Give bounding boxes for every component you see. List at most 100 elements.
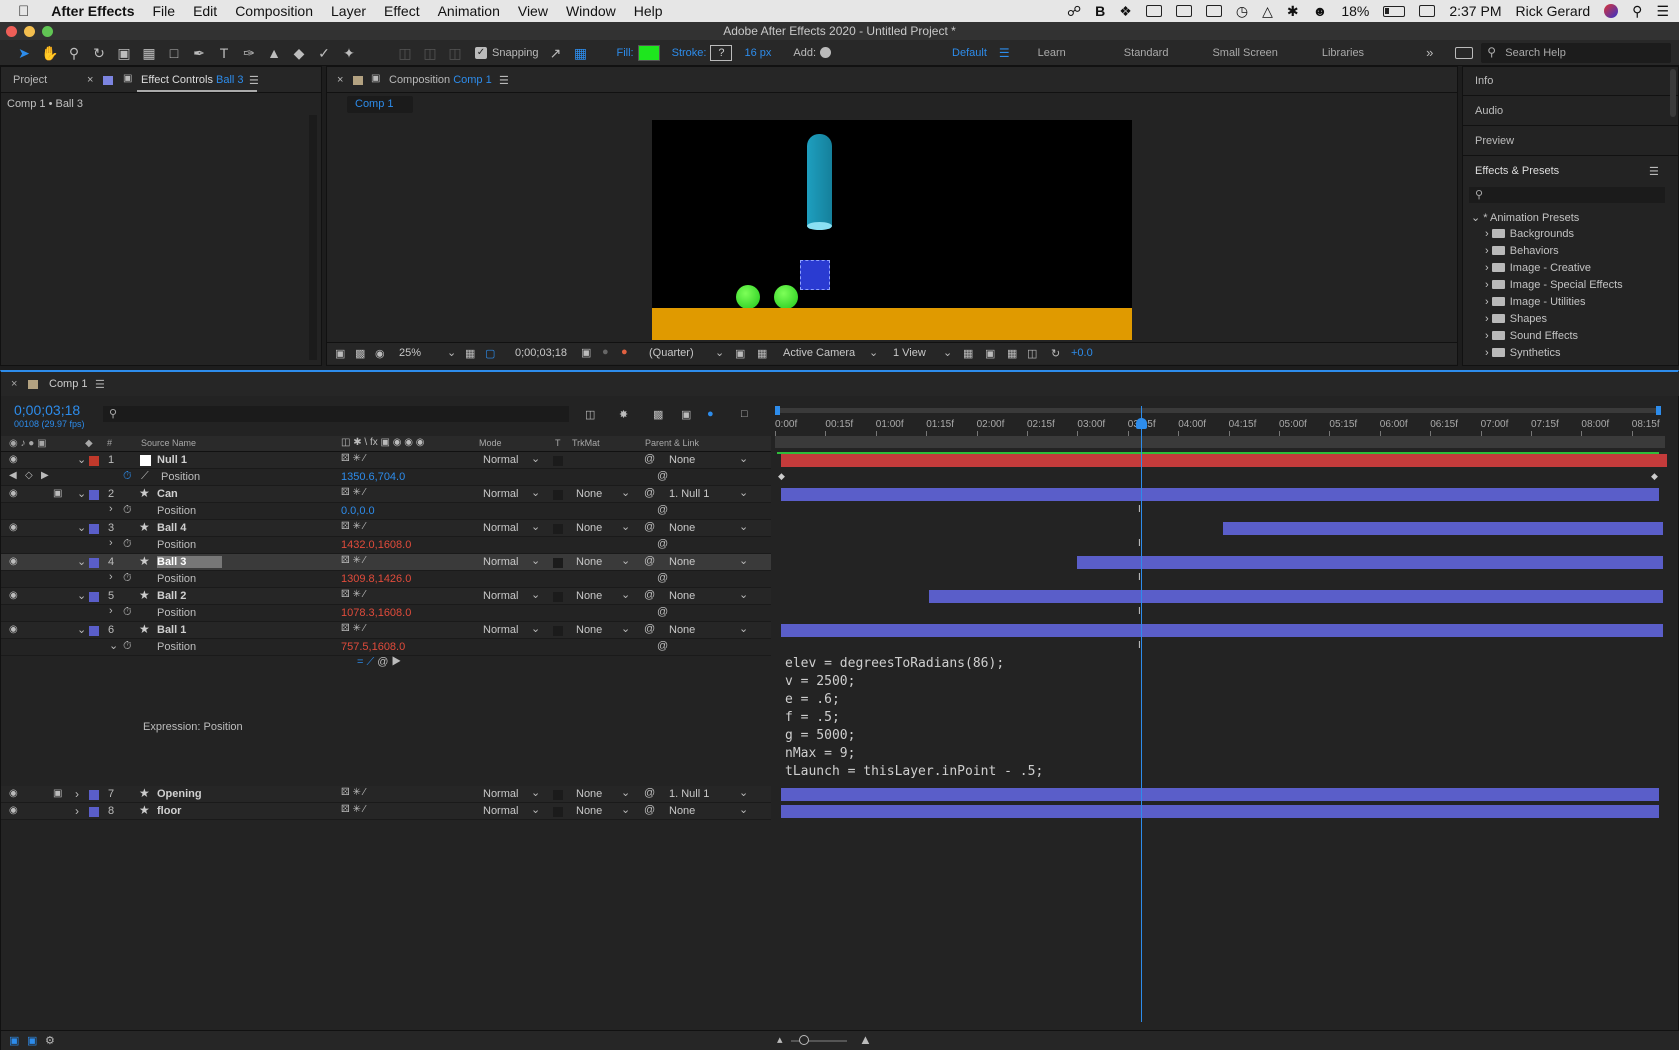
preserve-transparency-box[interactable]	[553, 558, 563, 568]
more-workspaces-icon[interactable]: »	[1426, 45, 1433, 60]
twirl-right-icon[interactable]: ›	[109, 571, 113, 583]
motion-blur-icon[interactable]: ●	[707, 408, 714, 420]
layer-row[interactable]: ◉ ⌄ 1 Null 1 ⚄ ✳ ⁄ Normal ⌄ @ None ⌄	[1, 452, 771, 469]
world-axis-icon[interactable]: ◫	[422, 45, 438, 61]
current-time-indicator-head[interactable]	[1136, 418, 1147, 429]
layer-switches-icons[interactable]: ⚄ ✳ ⁄	[341, 623, 365, 634]
calendar-icon[interactable]	[1419, 5, 1436, 17]
preset-folder-image-utilities[interactable]: › Image - Utilities	[1485, 296, 1586, 308]
layer-label-color[interactable]	[89, 626, 99, 636]
clone-stamp-tool-icon[interactable]: ▲	[266, 45, 282, 61]
graph-icon[interactable]: ⟋	[141, 470, 149, 483]
workspace-libraries[interactable]: Libraries	[1322, 47, 1364, 59]
vr-icon[interactable]: ◉	[375, 347, 385, 360]
expression-code-line[interactable]: f = .5;	[785, 710, 840, 725]
brush-tool-icon[interactable]: ✑	[241, 45, 257, 61]
lock-icon[interactable]: ▣	[53, 488, 62, 499]
tab-effect-controls[interactable]: Effect Controls Ball 3	[141, 74, 244, 86]
preset-folder-image-special-effects[interactable]: › Image - Special Effects	[1485, 279, 1623, 291]
label-column-icon[interactable]: ◆	[85, 438, 93, 449]
workspace-default[interactable]: Default	[952, 47, 987, 59]
layer-name[interactable]: Opening	[157, 788, 202, 800]
graph-editor-icon[interactable]: □	[741, 408, 748, 420]
parent-dropdown[interactable]: None	[669, 590, 695, 602]
expression-editor[interactable]: elev = degreesToRadians(86); v = 2500; e =…	[777, 656, 1657, 791]
pan-behind-tool-icon[interactable]: ▦	[141, 45, 157, 61]
menu-effect[interactable]: Effect	[384, 3, 420, 19]
layer-label-color[interactable]	[89, 558, 99, 568]
property-row[interactable]: ◀ ◇ ▶ ⏱ ⟋ Position 1350.6,704.0 @	[1, 469, 771, 486]
twirl-down-icon[interactable]: ⌄	[77, 589, 86, 602]
parent-dropdown[interactable]: None	[669, 522, 695, 534]
snap-options-icon[interactable]: ↗	[548, 45, 564, 61]
parent-link-header[interactable]: Parent & Link	[645, 438, 699, 448]
window-icon[interactable]	[1175, 5, 1192, 17]
twirl-down-icon[interactable]: ⌄	[109, 639, 118, 652]
source-name-header[interactable]: Source Name	[141, 438, 196, 448]
notification-center-icon[interactable]: ☰	[1656, 3, 1669, 20]
pick-whip-icon[interactable]: @	[644, 521, 655, 533]
pick-whip-icon[interactable]: @	[644, 487, 655, 499]
ball-1-layer[interactable]	[774, 285, 798, 309]
workspace-standard[interactable]: Standard	[1124, 47, 1169, 59]
property-value[interactable]: 1078.3,1608.0	[341, 607, 411, 619]
right-panel-scrollbar[interactable]	[1670, 69, 1676, 117]
search-help-input[interactable]: ⚲ Search Help	[1481, 42, 1672, 63]
property-pick-whip-icon[interactable]: @	[657, 538, 668, 550]
av-features-icon[interactable]: ◉ ♪ ● ▣	[9, 438, 47, 449]
display-icon[interactable]	[1145, 5, 1162, 17]
safe-zones-icon[interactable]: ▢	[485, 347, 495, 360]
timeline-tab-label[interactable]: Comp 1	[49, 378, 88, 390]
fill-label[interactable]: Fill:	[617, 47, 634, 59]
stopwatch-icon[interactable]: ⏱	[123, 470, 132, 483]
pen-tool-icon[interactable]: ✒	[191, 45, 207, 61]
property-row[interactable]: › ⏱ Position 1078.3,1608.0 @	[1, 605, 771, 622]
preserve-transparency-box[interactable]	[553, 592, 563, 602]
timeline-menu-icon[interactable]: ☰	[95, 378, 105, 391]
creative-cloud-icon[interactable]: ☍	[1067, 3, 1081, 20]
eye-icon[interactable]: ◉	[9, 805, 18, 816]
layer-row[interactable]: ◉ › 8 ★ floor ⚄ ✳ ⁄ Normal ⌄ None ⌄ @ None ⌄	[1, 803, 771, 820]
twirl-right-icon[interactable]: ›	[75, 804, 79, 818]
preserve-transparency-box[interactable]	[553, 790, 563, 800]
layer-row[interactable]: ◉ ⌄ 4 ★ Ball 3 ⚄ ✳ ⁄ Normal ⌄ None ⌄ @ None ⌄	[1, 554, 771, 571]
preset-folder-behaviors[interactable]: › Behaviors	[1485, 245, 1559, 257]
comp-subtab[interactable]: Comp 1	[347, 96, 413, 113]
airplay-icon[interactable]: △	[1262, 3, 1273, 20]
layer-name[interactable]: floor	[157, 805, 181, 817]
resolution-dropdown[interactable]: (Quarter)	[649, 347, 694, 359]
pick-whip-icon[interactable]: @	[644, 589, 655, 601]
blend-mode-dropdown[interactable]: Normal	[483, 590, 518, 602]
layer-name[interactable]: Ball 4	[157, 522, 186, 534]
preserve-transparency-box[interactable]	[553, 524, 563, 534]
screen-icon[interactable]	[1205, 5, 1222, 17]
effects-search-input[interactable]: ⚲	[1469, 187, 1665, 203]
fit-icon[interactable]: ▦	[465, 347, 475, 360]
snap-grid-icon[interactable]: ▦	[573, 45, 589, 61]
parent-dropdown[interactable]: 1. Null 1	[669, 488, 709, 500]
current-time-indicator[interactable]	[1141, 406, 1142, 1022]
menu-file[interactable]: File	[153, 3, 176, 19]
stopwatch-icon[interactable]: ⏱	[123, 606, 132, 619]
layer-row[interactable]: ◉ ⌄ 3 ★ Ball 4 ⚄ ✳ ⁄ Normal ⌄ None ⌄ @ None ⌄	[1, 520, 771, 537]
eye-icon[interactable]: ◉	[9, 522, 18, 533]
snapping-checkbox[interactable]: ✓	[475, 46, 487, 59]
eye-icon[interactable]: ◉	[9, 624, 18, 635]
tab-composition[interactable]: Composition Comp 1	[389, 74, 492, 86]
current-time-display[interactable]: 0;00;03;18	[14, 402, 80, 418]
layer-row[interactable]: ◉ ▣ ⌄ 2 ★ Can ⚄ ✳ ⁄ Normal ⌄ None ⌄ @1. Null 1 ⌄	[1, 486, 771, 503]
work-area-bar[interactable]	[777, 408, 1661, 413]
preserve-transparency-box[interactable]	[553, 456, 563, 466]
preset-folder-image-creative[interactable]: › Image - Creative	[1485, 262, 1591, 274]
dropbox-icon[interactable]: ❖	[1119, 3, 1132, 20]
stopwatch-icon[interactable]: ⏱	[123, 538, 132, 551]
eye-icon[interactable]: ◉	[9, 488, 18, 499]
layer-label-color[interactable]	[89, 592, 99, 602]
color-channels-icon[interactable]: ●	[621, 346, 628, 358]
property-pick-whip-icon[interactable]: @	[657, 470, 668, 482]
comp-lock-icon[interactable]: ▣	[371, 73, 380, 84]
animation-presets-root[interactable]: ⌄ * Animation Presets	[1471, 211, 1579, 224]
menu-edit[interactable]: Edit	[193, 3, 217, 19]
lock-icon[interactable]: ▣	[123, 73, 132, 84]
frame-blending-icon[interactable]: ▣	[681, 408, 691, 421]
